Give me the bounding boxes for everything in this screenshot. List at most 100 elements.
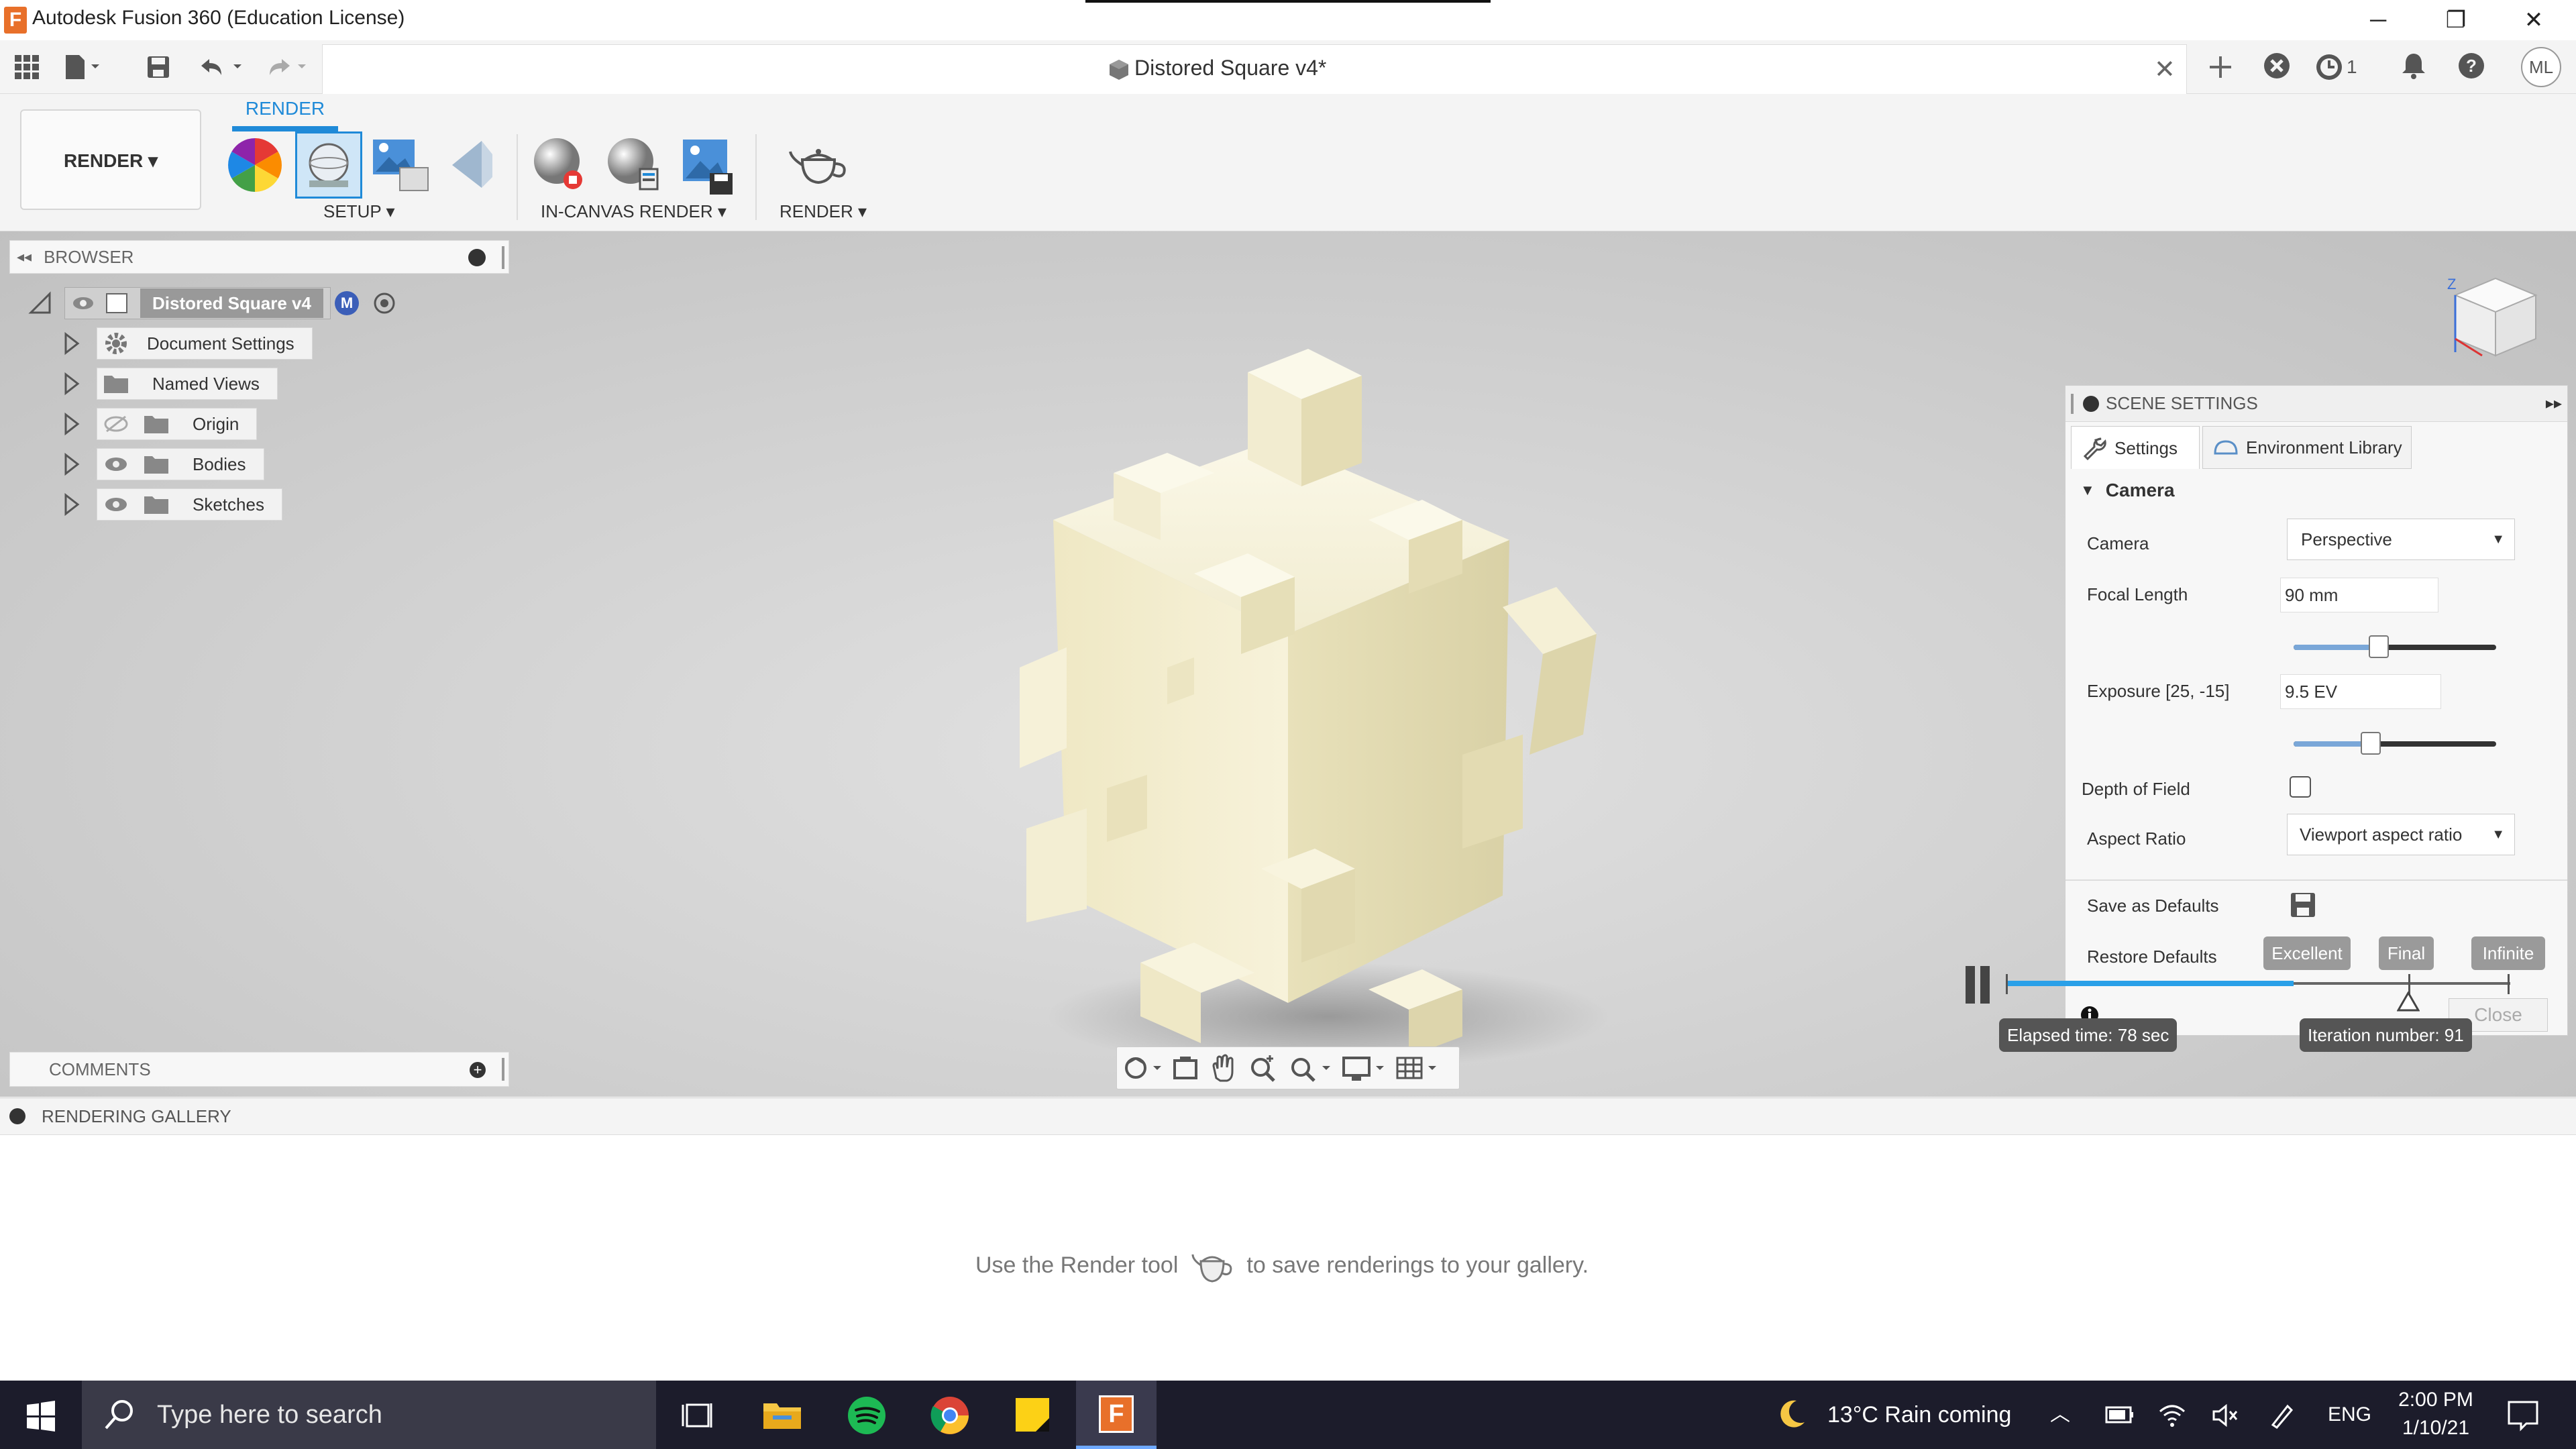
collapse-gallery-icon[interactable] xyxy=(9,1108,25,1124)
file-explorer-icon[interactable] xyxy=(754,1389,810,1442)
eye-icon[interactable] xyxy=(103,494,129,515)
grid-snaps-icon[interactable] xyxy=(1392,1051,1446,1085)
browser-item[interactable]: Named Views xyxy=(62,368,278,400)
minimize-button[interactable]: ─ xyxy=(2341,4,2415,36)
decal-texture-icon[interactable] xyxy=(445,134,513,201)
in-canvas-render-settings-icon[interactable] xyxy=(604,131,671,199)
close-window-button[interactable]: ✕ xyxy=(2497,4,2571,36)
collapsed-triangle-icon[interactable] xyxy=(62,412,82,436)
panel-grip[interactable] xyxy=(2071,393,2074,414)
browser-root-row[interactable]: Distored Square v4 M xyxy=(27,287,398,319)
pan-hand-icon[interactable] xyxy=(1204,1051,1244,1085)
in-canvas-render-group-label[interactable]: IN-CANVAS RENDER ▾ xyxy=(541,201,727,222)
collapsed-triangle-icon[interactable] xyxy=(62,331,82,356)
redo-icon[interactable] xyxy=(263,47,306,87)
panel-grip[interactable] xyxy=(502,1058,504,1081)
slider-thumb[interactable] xyxy=(2361,732,2381,755)
setup-group-label[interactable]: SETUP ▾ xyxy=(323,201,395,222)
environment-library-icon[interactable] xyxy=(370,134,437,201)
viewcube[interactable]: Z xyxy=(2442,258,2549,366)
windows-start-icon[interactable] xyxy=(25,1401,56,1432)
tab-environment-library[interactable]: Environment Library xyxy=(2202,426,2412,469)
save-defaults-icon[interactable] xyxy=(2288,890,2318,920)
help-icon[interactable]: ? xyxy=(2453,51,2490,83)
weather-text[interactable]: 13°C Rain coming xyxy=(1827,1381,2011,1449)
aspect-ratio-select[interactable]: Viewport aspect ratio ▼ xyxy=(2287,814,2515,855)
depth-of-field-checkbox[interactable] xyxy=(2290,776,2311,798)
look-at-icon[interactable] xyxy=(1168,1051,1204,1085)
slider-thumb[interactable] xyxy=(2369,635,2389,658)
camera-section-header[interactable]: ▼ Camera xyxy=(2080,480,2175,501)
job-status-icon[interactable]: 1 xyxy=(2314,51,2368,83)
task-view-icon[interactable] xyxy=(671,1389,727,1442)
save-icon[interactable] xyxy=(138,47,178,87)
quality-excellent-button[interactable]: Excellent xyxy=(2263,936,2351,970)
browser-item[interactable]: Document Settings xyxy=(62,327,313,360)
browser-pin-icon[interactable] xyxy=(468,249,486,266)
taskbar-search-box[interactable]: Type here to search xyxy=(82,1381,656,1449)
close-tab-button[interactable]: ✕ xyxy=(2154,54,2176,85)
scene-settings-tool-icon[interactable] xyxy=(295,131,362,199)
comments-header[interactable]: COMMENTS + xyxy=(9,1052,509,1087)
workspace-switcher-button[interactable]: RENDER ▾ xyxy=(20,109,201,210)
activate-radio-icon[interactable] xyxy=(371,290,398,317)
data-panel-grid-icon[interactable] xyxy=(7,47,47,87)
user-avatar[interactable]: ML xyxy=(2521,47,2561,87)
quality-final-button[interactable]: Final xyxy=(2379,936,2434,970)
quality-infinite-button[interactable]: Infinite xyxy=(2471,936,2545,970)
add-comment-icon[interactable]: + xyxy=(470,1062,486,1078)
collapsed-triangle-icon[interactable] xyxy=(62,492,82,517)
zoom-icon[interactable] xyxy=(1244,1051,1285,1085)
sticky-notes-icon[interactable] xyxy=(1005,1389,1061,1442)
chevron-up-icon[interactable]: ︿ xyxy=(2050,1381,2070,1449)
exposure-slider[interactable] xyxy=(2294,731,2496,757)
appearance-color-wheel-icon[interactable] xyxy=(221,131,288,199)
collapsed-triangle-icon[interactable] xyxy=(62,372,82,396)
pen-workspace-icon[interactable] xyxy=(2267,1401,2297,1430)
document-tab[interactable]: Distored Square v4* ✕ xyxy=(322,44,2187,94)
focal-length-slider[interactable] xyxy=(2294,634,2496,661)
language-indicator[interactable]: ENG xyxy=(2328,1381,2371,1449)
clock[interactable]: 2:00 PM 1/10/21 xyxy=(2392,1386,2479,1442)
focal-length-input[interactable]: 90 mm xyxy=(2280,578,2438,612)
chrome-icon[interactable] xyxy=(922,1389,978,1442)
battery-icon[interactable] xyxy=(2105,1405,2135,1425)
hidden-eye-icon[interactable] xyxy=(103,414,129,434)
panel-grip[interactable] xyxy=(502,246,504,269)
render-group-label[interactable]: RENDER ▾ xyxy=(780,201,867,222)
action-center-icon[interactable] xyxy=(2506,1399,2540,1432)
expanded-triangle-icon[interactable] xyxy=(27,290,54,317)
browser-item[interactable]: Origin xyxy=(62,408,258,440)
eye-icon[interactable] xyxy=(103,454,129,474)
capture-image-icon[interactable] xyxy=(678,131,745,199)
volume-muted-icon[interactable] xyxy=(2211,1402,2241,1429)
display-settings-icon[interactable] xyxy=(1338,1051,1392,1085)
undo-icon[interactable] xyxy=(195,47,241,87)
quality-marker-icon[interactable] xyxy=(2397,991,2420,1012)
render-teapot-icon[interactable] xyxy=(785,134,852,201)
moon-weather-icon[interactable] xyxy=(1778,1398,1807,1432)
browser-item[interactable]: Bodies xyxy=(62,448,264,480)
expand-panel-icon[interactable]: ▸▸ xyxy=(2546,394,2562,413)
notifications-bell-icon[interactable] xyxy=(2395,51,2432,83)
rendering-gallery-header[interactable]: RENDERING GALLERY xyxy=(0,1097,2576,1135)
panel-pin-icon[interactable] xyxy=(2083,395,2099,412)
fusion-taskbar-button[interactable]: F xyxy=(1076,1381,1157,1449)
maximize-button[interactable]: ❐ xyxy=(2419,4,2493,36)
collapse-panel-icon[interactable]: ◂◂ xyxy=(17,248,32,266)
exposure-input[interactable]: 9.5 EV xyxy=(2280,674,2441,709)
browser-item[interactable]: Sketches xyxy=(62,488,282,521)
wifi-icon[interactable] xyxy=(2157,1402,2187,1429)
fit-zoom-icon[interactable] xyxy=(1285,1051,1338,1085)
in-canvas-render-icon[interactable] xyxy=(530,131,597,199)
extensions-icon[interactable] xyxy=(2258,51,2296,83)
tab-settings[interactable]: Settings xyxy=(2071,426,2200,469)
tab-render[interactable]: RENDER xyxy=(233,98,337,126)
pause-render-button[interactable] xyxy=(1963,966,1992,1004)
scene-settings-header[interactable]: SCENE SETTINGS ▸▸ xyxy=(2065,386,2567,422)
spotify-icon[interactable] xyxy=(839,1389,895,1442)
camera-select[interactable]: Perspective ▼ xyxy=(2287,519,2515,560)
file-menu-icon[interactable] xyxy=(62,47,102,87)
eye-icon[interactable] xyxy=(72,295,95,311)
collapsed-triangle-icon[interactable] xyxy=(62,452,82,476)
